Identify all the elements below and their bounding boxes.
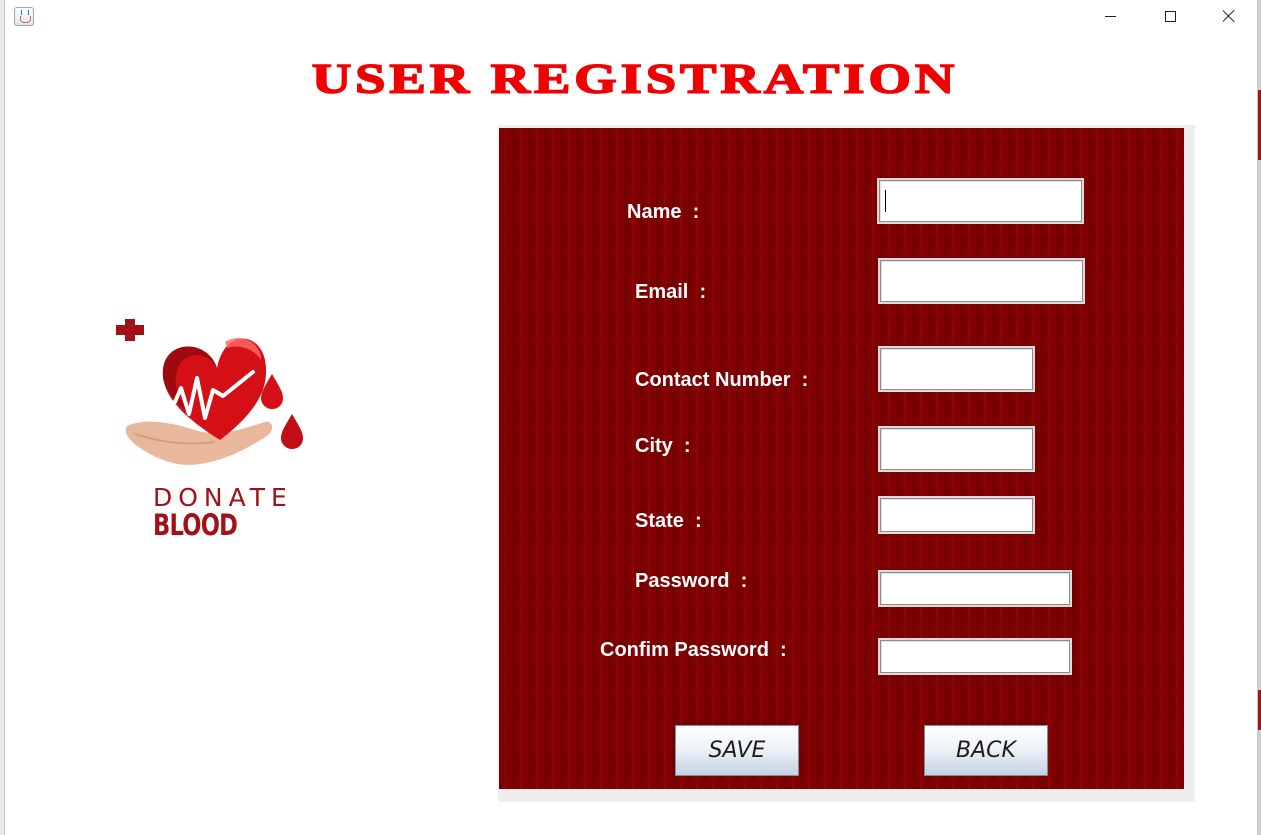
name-field[interactable] (877, 178, 1084, 224)
minimize-icon (1104, 15, 1116, 17)
email-field[interactable] (878, 258, 1085, 304)
maximize-icon (1164, 10, 1176, 22)
text-caret (885, 190, 886, 212)
password-field[interactable] (878, 570, 1072, 607)
contact-number-field[interactable] (878, 346, 1035, 392)
save-button[interactable]: SAVE (675, 725, 799, 776)
email-label: Email : (635, 281, 707, 303)
city-label: City : (635, 435, 691, 457)
state-label: State : (635, 510, 702, 532)
registration-form-panel: Name : Email : Contact Number : City : S… (499, 128, 1184, 789)
maximize-button[interactable] (1141, 0, 1199, 32)
confirm-password-field[interactable] (878, 638, 1072, 675)
minimize-button[interactable] (1081, 0, 1139, 32)
state-field[interactable] (878, 496, 1035, 534)
password-label: Password : (635, 570, 748, 592)
close-button[interactable] (1200, 0, 1258, 32)
heart-hand-logo-icon (125, 338, 303, 465)
contact-number-label: Contact Number : (635, 369, 809, 391)
page-title: USER REGISTRATION (311, 57, 959, 103)
name-label: Name : (627, 201, 700, 223)
close-icon (1222, 9, 1236, 23)
registration-window: USER REGISTRATION DONATE BLOOD Name : Em (4, 0, 1258, 835)
confirm-password-label: Confim Password : (600, 639, 787, 661)
plus-icon (116, 319, 144, 341)
logo-blood-text: BLOOD (153, 508, 238, 542)
java-app-icon[interactable] (14, 7, 34, 26)
back-button[interactable]: BACK (924, 725, 1048, 776)
city-field[interactable] (878, 426, 1035, 472)
donate-blood-logo: DONATE BLOOD (115, 318, 315, 548)
title-bar (5, 0, 1257, 34)
